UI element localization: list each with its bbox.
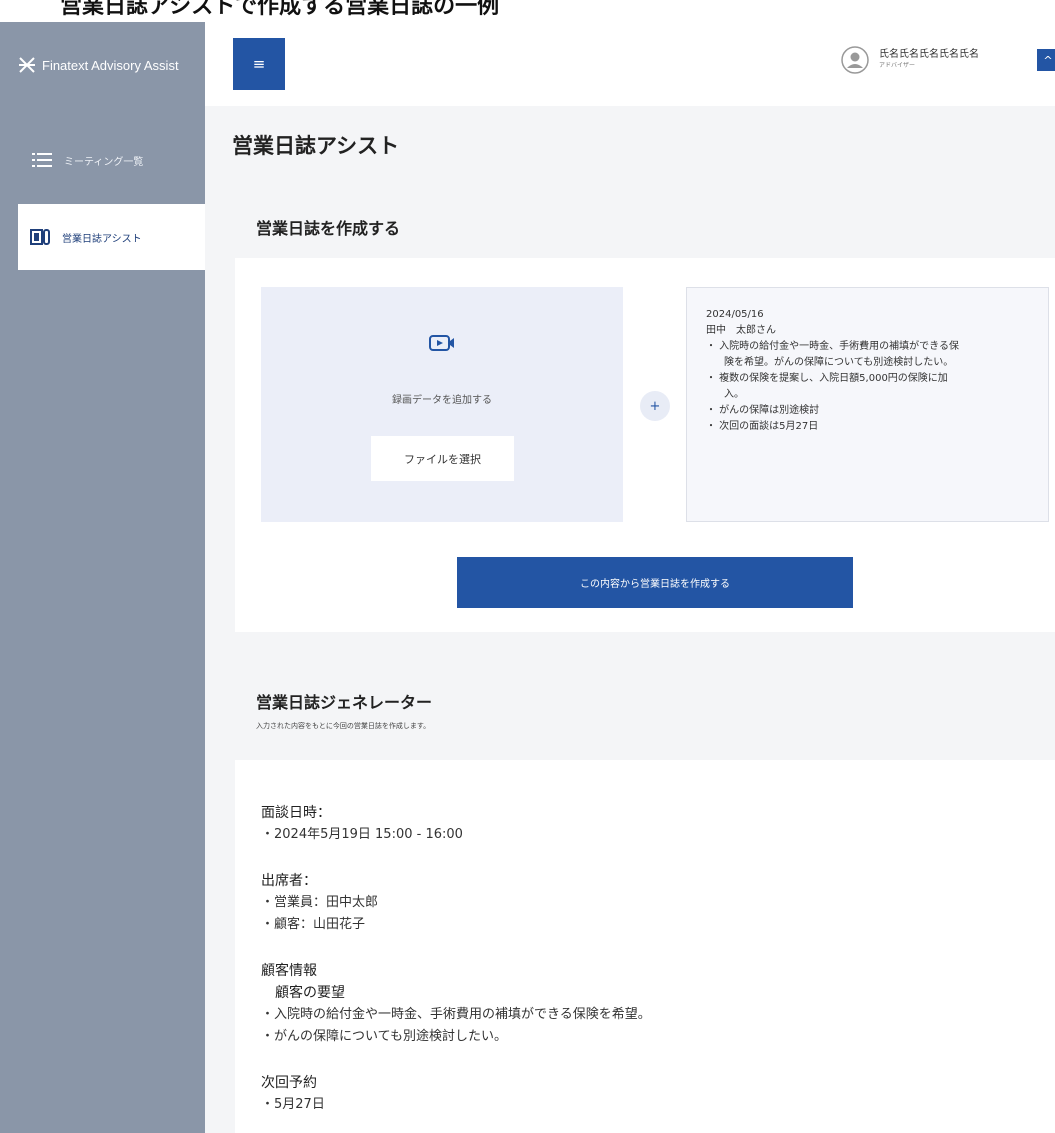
generator-section-subtitle: 入力された内容をもとに今回の営業日誌を作成します。 <box>256 722 431 730</box>
user-profile[interactable]: 氏名氏名氏名氏名氏名 アドバイザー <box>841 46 979 74</box>
user-role: アドバイザー <box>879 62 916 69</box>
add-button[interactable]: + <box>640 391 670 421</box>
avatar-icon <box>841 46 869 74</box>
user-info: 氏名氏名氏名氏名氏名 アドバイザー <box>879 49 979 71</box>
generator-section-title: 営業日誌ジェネレーター <box>256 693 433 712</box>
upload-label: 録画データを追加する <box>392 395 492 406</box>
next-heading: 次回予約 <box>261 1075 317 1091</box>
list-item: ・入院時の給付金や一時金、手術費用の補填ができる保険を希望。 <box>261 1007 651 1022</box>
memo-bullet-cont: 険を希望。がんの保障についても別途検討したい。 <box>724 357 954 368</box>
memo-customer: 田中 太郎さん <box>706 325 776 336</box>
brand-name: Finatext Advisory Assist <box>42 57 179 73</box>
journal-icon <box>30 229 50 245</box>
main-area: ≡ 氏名氏名氏名氏名氏名 アドバイザー ^ 営業日誌アシスト 営業日誌を作成する <box>205 22 1055 1133</box>
meeting-heading: 面談日時： <box>261 805 331 821</box>
caret-up-icon: ^ <box>1043 53 1053 67</box>
menu-button[interactable]: ≡ <box>233 38 285 90</box>
memo-text-area[interactable]: 2024/05/16 田中 太郎さん ・ 入院時の給付金や一時金、手術費用の補填… <box>686 287 1049 522</box>
create-journal-button[interactable]: この内容から営業日誌を作成する <box>457 557 853 608</box>
top-cut-heading: 営業日誌アシストで作成する営業日誌の一例 <box>0 0 1055 22</box>
page-title: 営業日誌アシスト <box>232 134 400 158</box>
list-item: ・がんの保障についても別途検討したい。 <box>261 1029 507 1044</box>
customer-heading: 顧客情報 <box>261 963 317 979</box>
memo-bullet: ・ がんの保障は別途検討 <box>706 405 820 416</box>
hamburger-icon: ≡ <box>252 55 266 73</box>
sidebar-item-label: ミーティング一覧 <box>64 156 144 168</box>
create-card: 録画データを追加する ファイルを選択 + 2024/05/16 田中 太郎さん … <box>235 258 1055 632</box>
meeting-group: 面談日時： ・2024年5月19日 15:00 - 16:00 <box>261 802 1055 846</box>
list-item: ・営業員：田中太郎 <box>261 895 379 910</box>
account-menu-button[interactable]: ^ <box>1037 49 1055 71</box>
list-item: ・5月27日 <box>261 1097 325 1112</box>
memo-bullet: ・ 次回の面談は5月27日 <box>706 421 819 432</box>
sidebar-item-journal-assist[interactable]: 営業日誌アシスト <box>18 204 205 270</box>
choose-file-button[interactable]: ファイルを選択 <box>371 436 514 481</box>
attendees-heading: 出席者： <box>261 873 317 889</box>
memo-bullet: ・ 入院時の給付金や一時金、手術費用の補填ができる保 <box>706 341 959 352</box>
upload-dropzone[interactable]: 録画データを追加する ファイルを選択 <box>261 287 623 522</box>
list-icon <box>32 153 52 167</box>
brand-mark-icon <box>19 57 35 73</box>
user-name: 氏名氏名氏名氏名氏名 <box>879 49 979 60</box>
top-header: ≡ 氏名氏名氏名氏名氏名 アドバイザー ^ <box>205 22 1055 106</box>
next-appointment-group: 次回予約 ・5月27日 <box>261 1072 1055 1116</box>
customer-group: 顧客情報 顧客の要望 ・入院時の給付金や一時金、手術費用の補填ができる保険を希望… <box>261 960 1055 1048</box>
sidebar-item-label: 営業日誌アシスト <box>62 233 142 245</box>
list-item: ・2024年5月19日 15:00 - 16:00 <box>261 827 463 842</box>
result-card: 面談日時： ・2024年5月19日 15:00 - 16:00 出席者： ・営業… <box>235 760 1055 1133</box>
memo-bullet-cont: 入。 <box>724 389 744 400</box>
create-section-title: 営業日誌を作成する <box>256 219 401 238</box>
video-icon <box>429 335 454 351</box>
memo-date: 2024/05/16 <box>706 309 764 320</box>
memo-bullet: ・ 複数の保険を提案し、入院日額5,000円の保険に加 <box>706 373 948 384</box>
sidebar-item-meetings[interactable]: ミーティング一覧 <box>0 127 205 193</box>
customer-subheading: 顧客の要望 <box>275 985 345 1001</box>
top-cut-text: 営業日誌アシストで作成する営業日誌の一例 <box>60 0 500 19</box>
sidebar: Finatext Advisory Assist ミーティング一覧 営業日誌アシ… <box>0 22 205 1133</box>
list-item: ・顧客：山田花子 <box>261 917 366 932</box>
brand-logo[interactable]: Finatext Advisory Assist <box>18 56 179 74</box>
attendees-group: 出席者： ・営業員：田中太郎 ・顧客：山田花子 <box>261 870 1055 936</box>
